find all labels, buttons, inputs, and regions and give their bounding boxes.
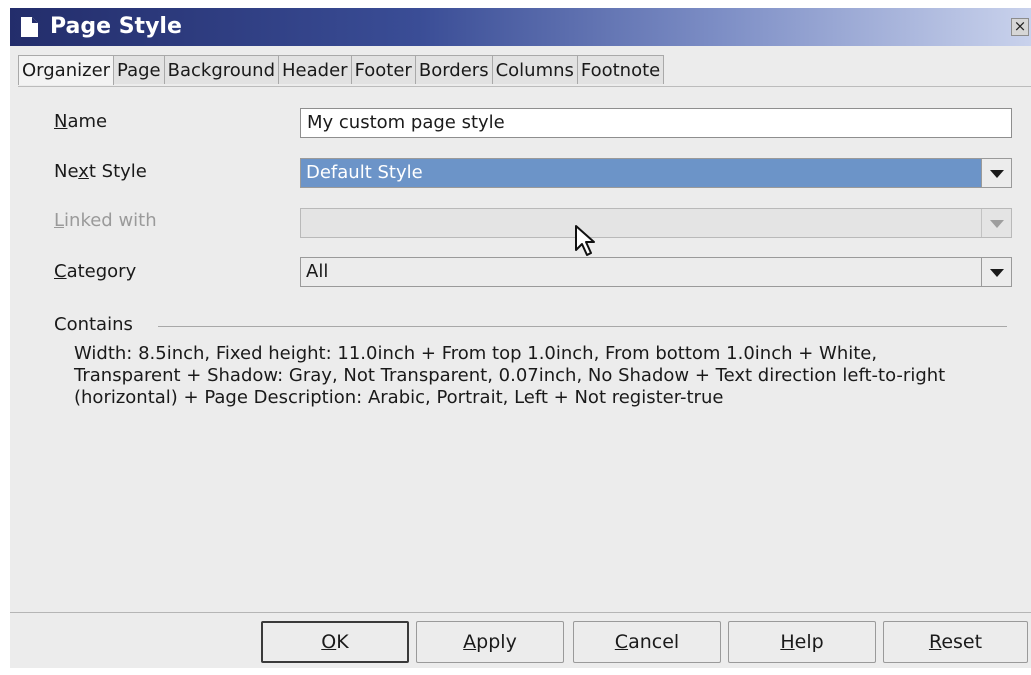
linked-with-select [300, 208, 1012, 238]
next-style-dropdown-button[interactable] [981, 159, 1011, 187]
ok-button[interactable]: OK [261, 621, 409, 663]
category-select[interactable]: All [300, 257, 1012, 287]
window-title: Page Style [50, 14, 182, 39]
chevron-down-icon [990, 220, 1004, 228]
page-style-dialog: Page Style × Organizer Page Background H… [10, 8, 1031, 668]
organizer-panel: Name My custom page style Next Style Def… [18, 87, 1029, 607]
category-value: All [306, 261, 329, 282]
document-icon [21, 17, 38, 37]
reset-button[interactable]: Reset [883, 621, 1028, 663]
next-style-label-post: t Style [88, 161, 147, 182]
name-label-mnemonic: N [54, 111, 68, 132]
chevron-down-icon [990, 170, 1004, 178]
close-icon[interactable]: × [1011, 18, 1029, 36]
help-mnemonic: H [780, 631, 795, 653]
chevron-down-icon [990, 269, 1004, 277]
next-style-label-pre: Ne [54, 161, 79, 182]
cancel-rest: ancel [628, 631, 680, 653]
apply-button[interactable]: Apply [416, 621, 564, 663]
ok-rest: K [336, 631, 349, 653]
category-label: Category [54, 260, 136, 284]
apply-rest: pply [476, 631, 517, 653]
tab-footer[interactable]: Footer [351, 55, 416, 84]
ok-mnemonic: O [321, 631, 337, 653]
tab-page[interactable]: Page [114, 55, 165, 84]
next-style-label: Next Style [54, 160, 147, 184]
tab-organizer[interactable]: Organizer [18, 55, 115, 85]
category-label-rest: ategory [66, 261, 137, 282]
title-bar: Page Style × [10, 8, 1031, 46]
cancel-mnemonic: C [614, 631, 629, 653]
tab-background[interactable]: Background [164, 55, 280, 84]
linked-with-label: Linked with [54, 209, 157, 233]
mouse-pointer-icon [575, 225, 595, 256]
apply-mnemonic: A [463, 631, 477, 653]
tab-header[interactable]: Header [279, 55, 352, 84]
next-style-label-mnemonic: x [78, 161, 89, 182]
help-button[interactable]: Help [728, 621, 876, 663]
next-style-value: Default Style [301, 159, 981, 187]
contains-divider [158, 326, 1007, 327]
tab-bar: Organizer Page Background Header Footer … [18, 55, 665, 85]
cancel-button[interactable]: Cancel [573, 621, 721, 663]
linked-with-label-mnemonic: L [54, 210, 65, 231]
tab-footnote[interactable]: Footnote [577, 55, 665, 84]
reset-rest: eset [941, 631, 983, 653]
next-style-select[interactable]: Default Style [300, 158, 1012, 188]
name-label-rest: ame [67, 111, 108, 132]
linked-with-label-rest: inked with [64, 210, 157, 231]
tab-columns[interactable]: Columns [492, 55, 578, 84]
contains-label: Contains [54, 314, 133, 335]
name-label: Name [54, 110, 107, 134]
tab-borders[interactable]: Borders [415, 55, 493, 84]
contains-description: Width: 8.5inch, Fixed height: 11.0inch +… [74, 343, 946, 408]
category-dropdown-button[interactable] [981, 258, 1011, 286]
button-bar-divider [10, 612, 1031, 613]
reset-mnemonic: R [928, 631, 942, 653]
name-input[interactable]: My custom page style [300, 108, 1012, 138]
help-rest: elp [794, 631, 824, 653]
category-label-mnemonic: C [54, 261, 67, 282]
linked-with-value [301, 209, 981, 237]
linked-with-dropdown-button [981, 209, 1011, 237]
